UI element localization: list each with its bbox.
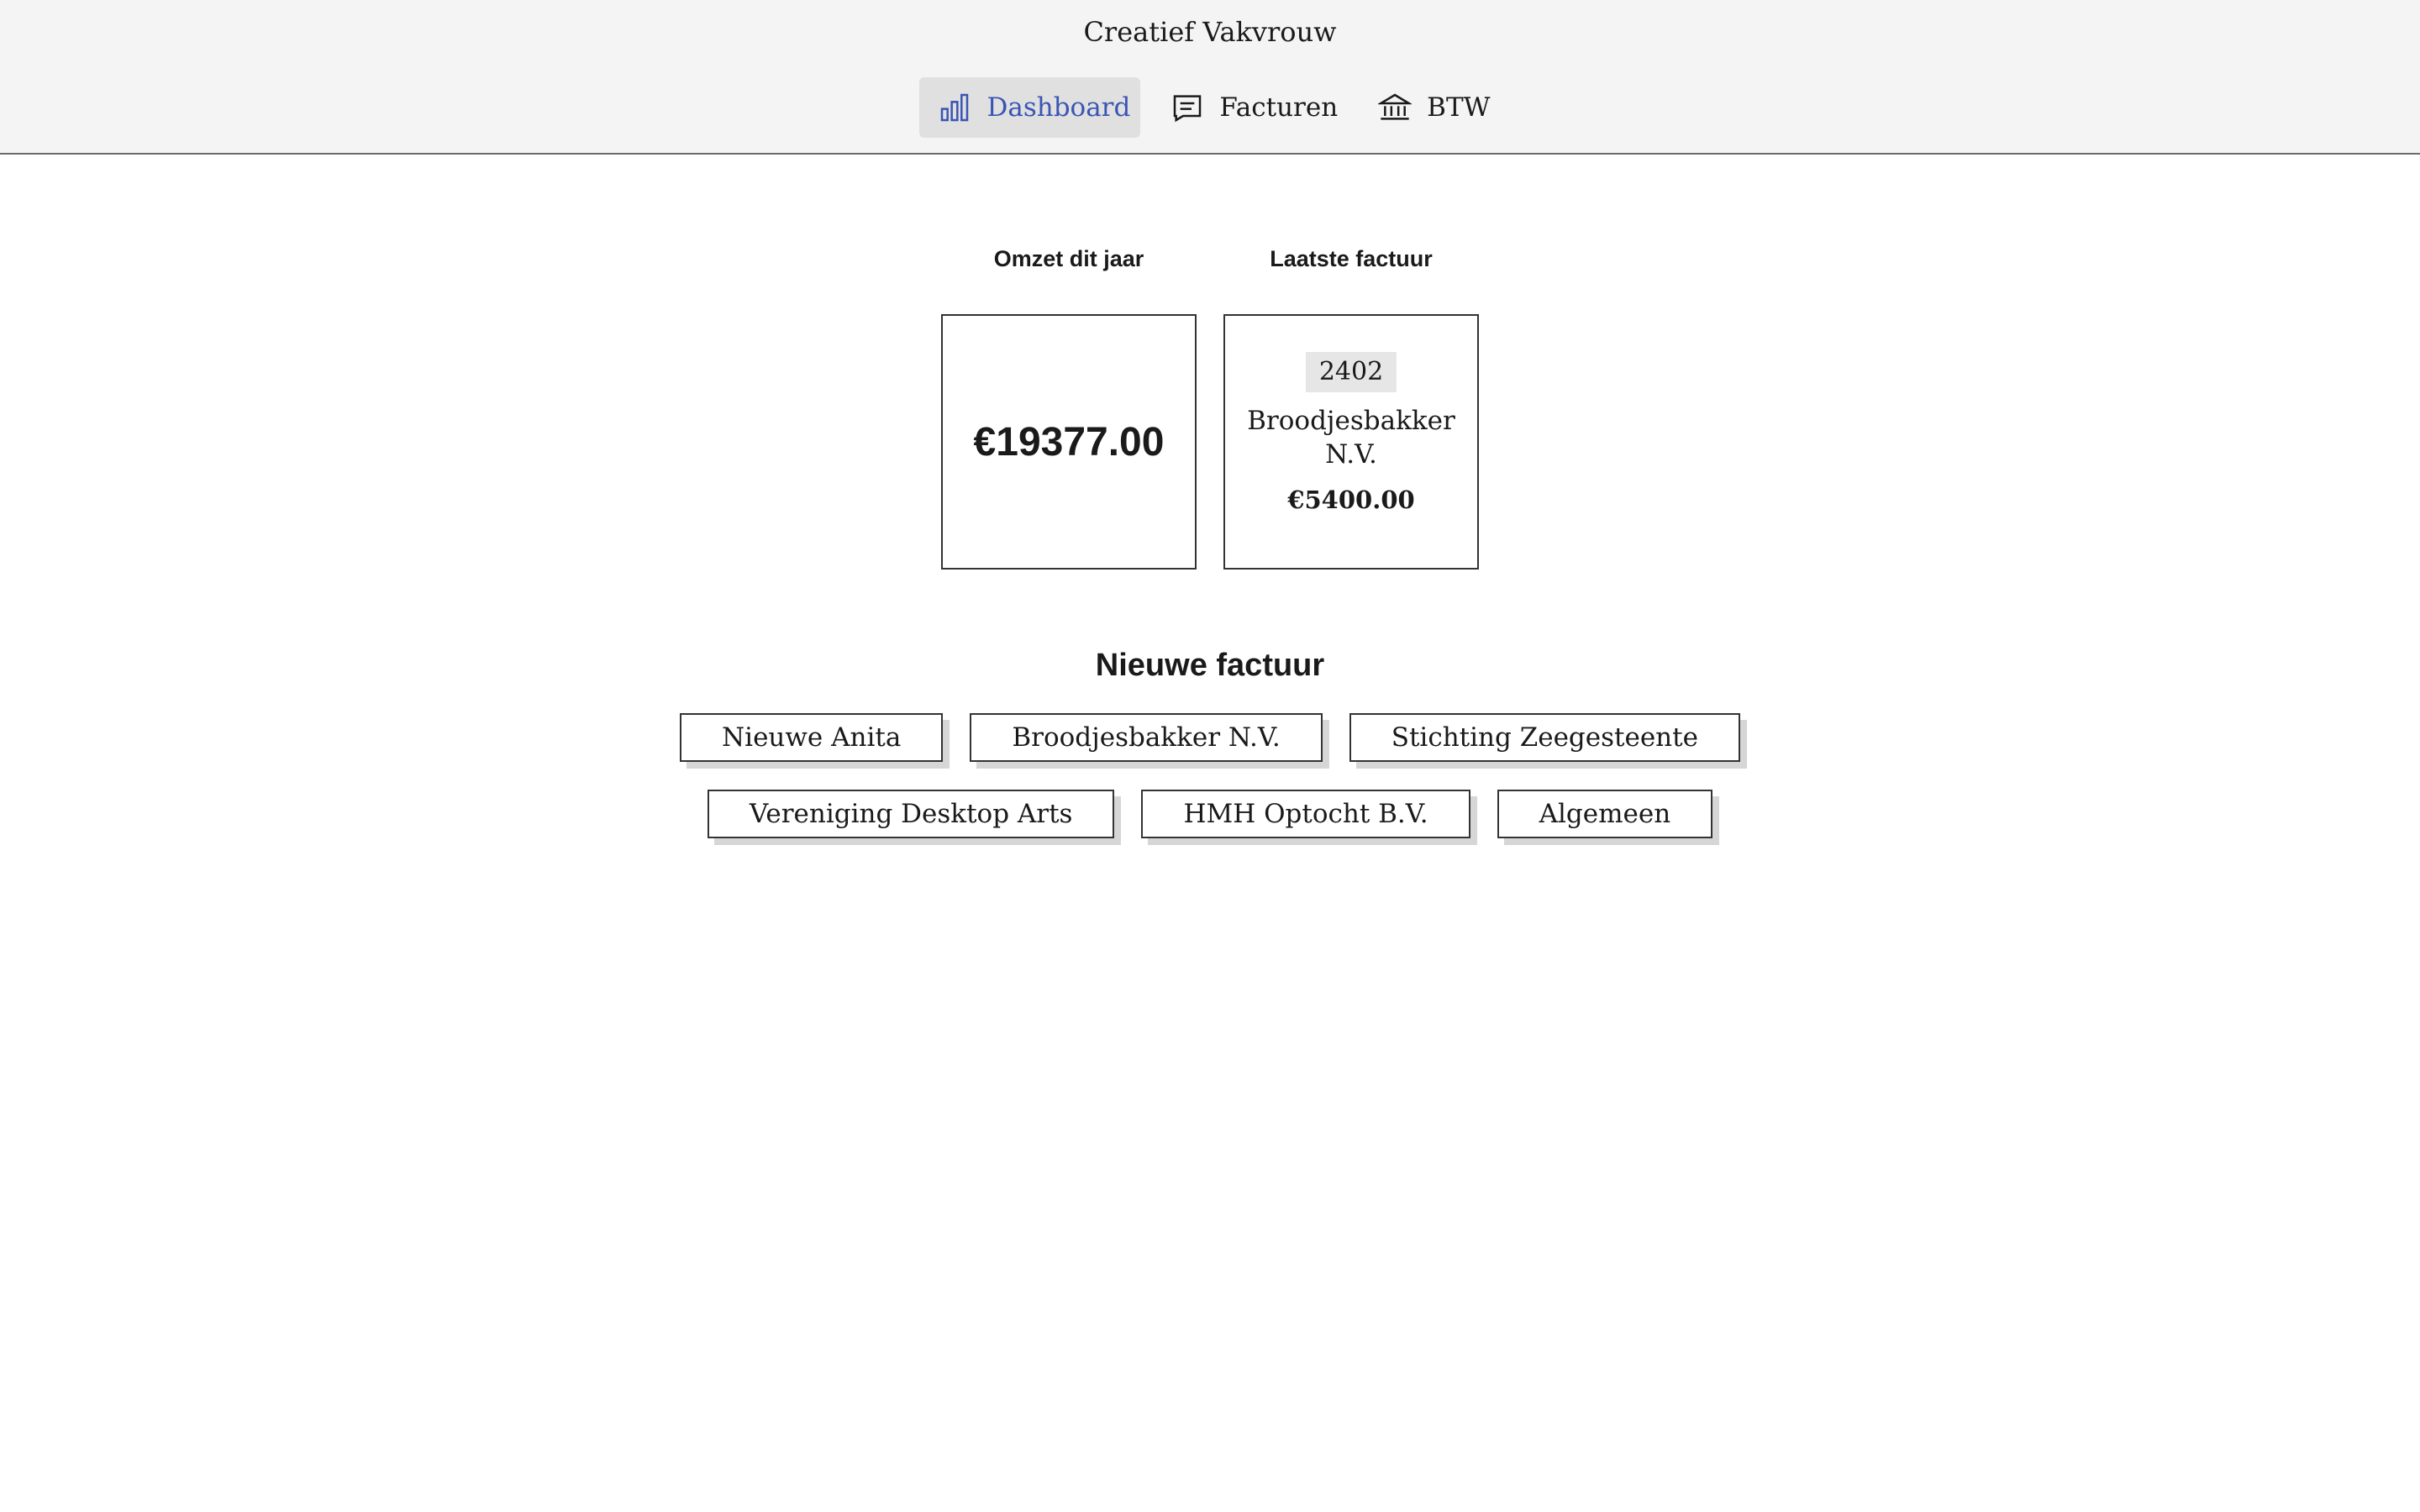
revenue-amount: €19377.00 <box>973 419 1165 465</box>
client-button-stichting-zeegesteente[interactable]: Stichting Zeegesteente <box>1349 713 1740 762</box>
nav-label-facturen: Facturen <box>1219 92 1339 123</box>
nav-label-dashboard: Dashboard <box>986 92 1131 123</box>
last-invoice-stat: Laatste factuur 2402 Broodjesbakker N.V.… <box>1223 244 1479 570</box>
app-header: Creatief Vakvrouw Dashboard Facturen BTW <box>0 0 2420 155</box>
nav-item-facturen[interactable]: Facturen <box>1152 77 1348 138</box>
revenue-label: Omzet dit jaar <box>993 246 1144 271</box>
app-title: Creatief Vakvrouw <box>1083 16 1337 48</box>
new-invoice-title: Nieuwe factuur <box>1095 648 1325 683</box>
bar-chart-icon <box>936 89 973 126</box>
last-invoice-card[interactable]: 2402 Broodjesbakker N.V. €5400.00 <box>1223 314 1479 570</box>
client-button-vereniging-desktop-arts[interactable]: Vereniging Desktop Arts <box>707 790 1115 838</box>
nav-item-btw[interactable]: BTW <box>1360 77 1500 138</box>
client-button-row: Nieuwe Anita Broodjesbakker N.V. Stichti… <box>0 713 2420 762</box>
stats-section: Omzet dit jaar €19377.00 Laatste factuur… <box>0 244 2420 570</box>
client-button-nieuwe-anita[interactable]: Nieuwe Anita <box>680 713 944 762</box>
client-button-algemeen[interactable]: Algemeen <box>1497 790 1713 838</box>
client-button-hmh-optocht[interactable]: HMH Optocht B.V. <box>1141 790 1470 838</box>
bank-icon <box>1376 89 1413 126</box>
invoice-client: Broodjesbakker N.V. <box>1247 406 1455 470</box>
main-nav: Dashboard Facturen BTW <box>0 77 2420 138</box>
nav-label-btw: BTW <box>1427 92 1491 123</box>
client-button-row: Vereniging Desktop Arts HMH Optocht B.V.… <box>0 790 2420 838</box>
invoice-amount: €5400.00 <box>1287 486 1415 514</box>
client-button-broodjesbakker[interactable]: Broodjesbakker N.V. <box>970 713 1323 762</box>
invoice-number-badge: 2402 <box>1305 352 1397 392</box>
revenue-card: €19377.00 <box>941 314 1197 570</box>
invoice-icon <box>1169 89 1206 126</box>
nav-item-dashboard[interactable]: Dashboard <box>919 77 1141 138</box>
last-invoice-label: Laatste factuur <box>1270 246 1433 271</box>
revenue-stat: Omzet dit jaar €19377.00 <box>941 244 1197 570</box>
